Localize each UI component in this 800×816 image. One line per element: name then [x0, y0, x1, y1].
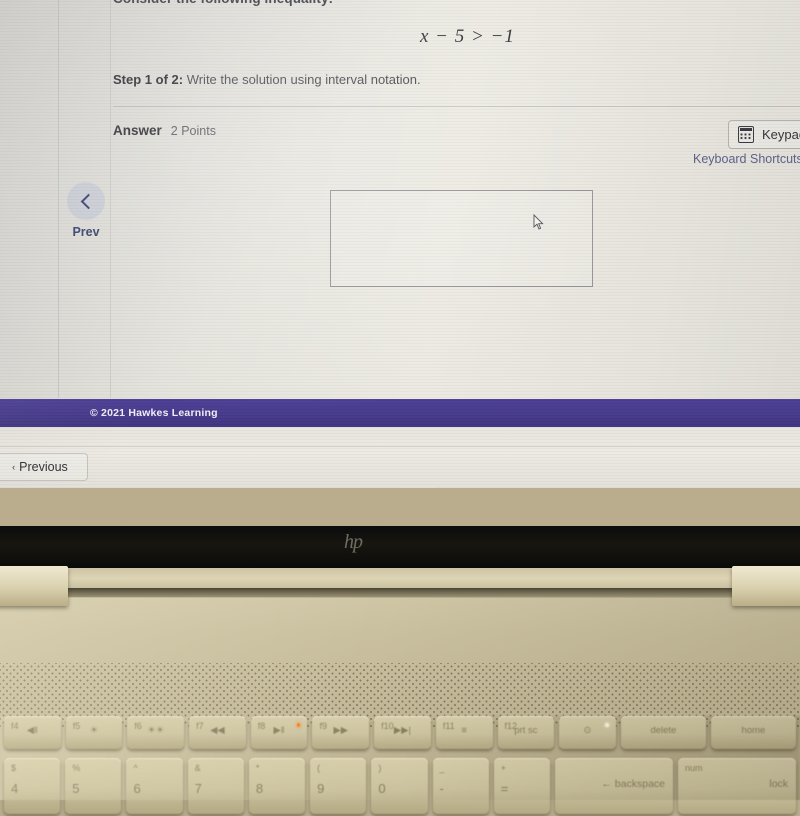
page-divider-left — [58, 0, 59, 398]
key-center-label: ≡ — [461, 725, 467, 736]
key-5[interactable]: % 5 — [65, 758, 122, 814]
site-footer-bar: © 2021 Hawkes Learning — [0, 399, 800, 427]
key-main-label: 0 — [378, 781, 386, 796]
prev-navigation-button[interactable]: Prev — [62, 182, 110, 239]
inequality-expression: x − 5 > −1 — [420, 26, 515, 47]
key-center-label: ▶▶ — [333, 725, 349, 736]
key-f8[interactable]: f8 ▶‖ — [250, 716, 308, 749]
answer-label: Answer — [113, 123, 162, 138]
hinge-shadow — [0, 588, 800, 597]
key-f11[interactable]: f11 ≡ — [435, 716, 493, 749]
chrome-separator-line — [0, 446, 800, 447]
answer-points: 2 Points — [170, 124, 216, 138]
key-main-label: 6 — [133, 781, 141, 796]
key-center-label: ▶▶| — [393, 725, 412, 736]
key-top-label: ( — [317, 763, 321, 773]
previous-button-label: Previous — [19, 460, 68, 474]
key-main-label: 4 — [11, 781, 19, 796]
key-f9[interactable]: f9 ▶▶ — [312, 716, 370, 749]
key-f10[interactable]: f10 ▶▶| — [374, 716, 431, 749]
hp-logo: hp — [344, 531, 363, 553]
key-top-label: num — [685, 763, 703, 773]
key-← backspace[interactable]: ← backspace — [554, 758, 674, 814]
key-center-label: ⊙ — [583, 725, 592, 736]
keyboard-number-row[interactable]: $4% 5 ^ 6 & 7 * 8(9) 0 _ - + = ← backspace num lock — [0, 758, 800, 816]
key-led-indicator — [296, 723, 301, 727]
key-top-label: & — [194, 763, 201, 773]
step-instruction-text: Write the solution using interval notati… — [183, 72, 421, 87]
key-main-label: 9 — [317, 781, 325, 796]
key-top-label: * — [255, 763, 260, 773]
step-instruction: Step 1 of 2: Write the solution using in… — [113, 72, 421, 87]
key-center-label: home — [741, 725, 766, 736]
key-main-label: 7 — [194, 781, 202, 796]
key-center-label: prt sc — [514, 725, 538, 736]
key-main-label: lock — [769, 778, 789, 790]
keypad-button[interactable]: Keypad — [728, 120, 800, 149]
key-main-label: = — [500, 781, 509, 796]
key-center-label: delete — [650, 725, 677, 736]
key-lock[interactable]: num lock — [678, 758, 797, 814]
key-center-label: ◀◀ — [210, 725, 225, 736]
key-f12[interactable]: f12 prt sc — [497, 716, 555, 749]
chevron-left-icon — [67, 182, 105, 220]
keypad-button-label: Keypad — [762, 127, 800, 142]
key-main-label: 5 — [72, 781, 80, 796]
previous-arrow-icon: ‹ — [12, 462, 16, 472]
question-prompt: Consider the following inequality: — [113, 0, 533, 6]
keyboard-shortcuts-link[interactable]: Keyboard Shortcuts — [693, 152, 800, 166]
key-f6[interactable]: f6 ☀☀ — [127, 716, 185, 749]
key--[interactable]: _ - — [432, 758, 489, 814]
mouse-pointer-icon — [533, 214, 544, 230]
taskbar-app-list: 3 — [72, 487, 435, 488]
key-⊙[interactable]: ⊙ — [559, 716, 616, 749]
key-main-label: 8 — [255, 781, 264, 796]
key-8[interactable]: * 8 — [248, 758, 306, 814]
hinge-cap-right — [732, 566, 800, 606]
key-6[interactable]: ^ 6 — [126, 758, 183, 814]
key-center-label: ▶‖ — [273, 725, 285, 736]
previous-button[interactable]: ‹ Previous — [0, 453, 88, 481]
laptop-bottom-bezel — [0, 526, 800, 568]
key-top-label: ^ — [133, 763, 138, 773]
key-9[interactable]: (9 — [310, 758, 367, 814]
key-center-label: ☀ — [89, 725, 99, 736]
key-top-label: _ — [439, 763, 445, 773]
laptop-screen: Consider the following inequality: x − 5… — [0, 0, 800, 488]
google-chrome-icon[interactable] — [402, 487, 435, 488]
key-f4[interactable]: f4 ◀‖ — [4, 716, 61, 749]
key-0[interactable]: ) 0 — [371, 758, 428, 814]
step-number-label: Step 1 of 2: — [113, 72, 184, 87]
key-4[interactable]: $4 — [4, 758, 61, 814]
hinge-cap-left — [0, 566, 68, 606]
key-led-indicator — [605, 723, 609, 727]
key-top-label: + — [500, 763, 507, 773]
key-top-label: % — [72, 763, 81, 773]
keyboard-function-row[interactable]: f4 ◀‖ f5 ☀ f6 ☀☀ f7 ◀◀ f8 ▶‖ f9 ▶▶ f10 ▶▶| f11 ≡ f12 prt … — [0, 716, 800, 752]
key-=[interactable]: + = — [493, 758, 550, 814]
answer-section-divider — [113, 106, 800, 107]
calculator-icon — [738, 126, 754, 143]
page-divider-content — [110, 0, 111, 398]
prev-label: Prev — [72, 225, 100, 239]
browser-lower-chrome — [0, 427, 800, 488]
key-delete[interactable]: delete — [620, 716, 706, 749]
key-f5[interactable]: f5 ☀ — [65, 716, 123, 749]
key-main-label: - — [439, 781, 444, 796]
key-main-label: ← backspace — [601, 778, 666, 790]
key-top-label: ) — [378, 763, 382, 773]
laptop-keyboard[interactable]: f4 ◀‖ f5 ☀ f6 ☀☀ f7 ◀◀ f8 ▶‖ f9 ▶▶ f10 ▶▶| f11 ≡ f12 prt … — [0, 716, 800, 814]
answer-input[interactable] — [330, 190, 593, 287]
key-center-label: ☀☀ — [147, 725, 165, 736]
answer-header: Answer 2 Points — [113, 122, 216, 140]
key-top-label: $ — [11, 763, 17, 773]
key-f7[interactable]: f7 ◀◀ — [189, 716, 246, 749]
key-7[interactable]: & 7 — [187, 758, 244, 814]
hawkes-learning-page: Consider the following inequality: x − 5… — [0, 0, 800, 398]
key-home[interactable]: home — [710, 716, 796, 749]
copyright-text: © 2021 Hawkes Learning — [90, 407, 218, 419]
key-center-label: ◀‖ — [26, 725, 38, 736]
